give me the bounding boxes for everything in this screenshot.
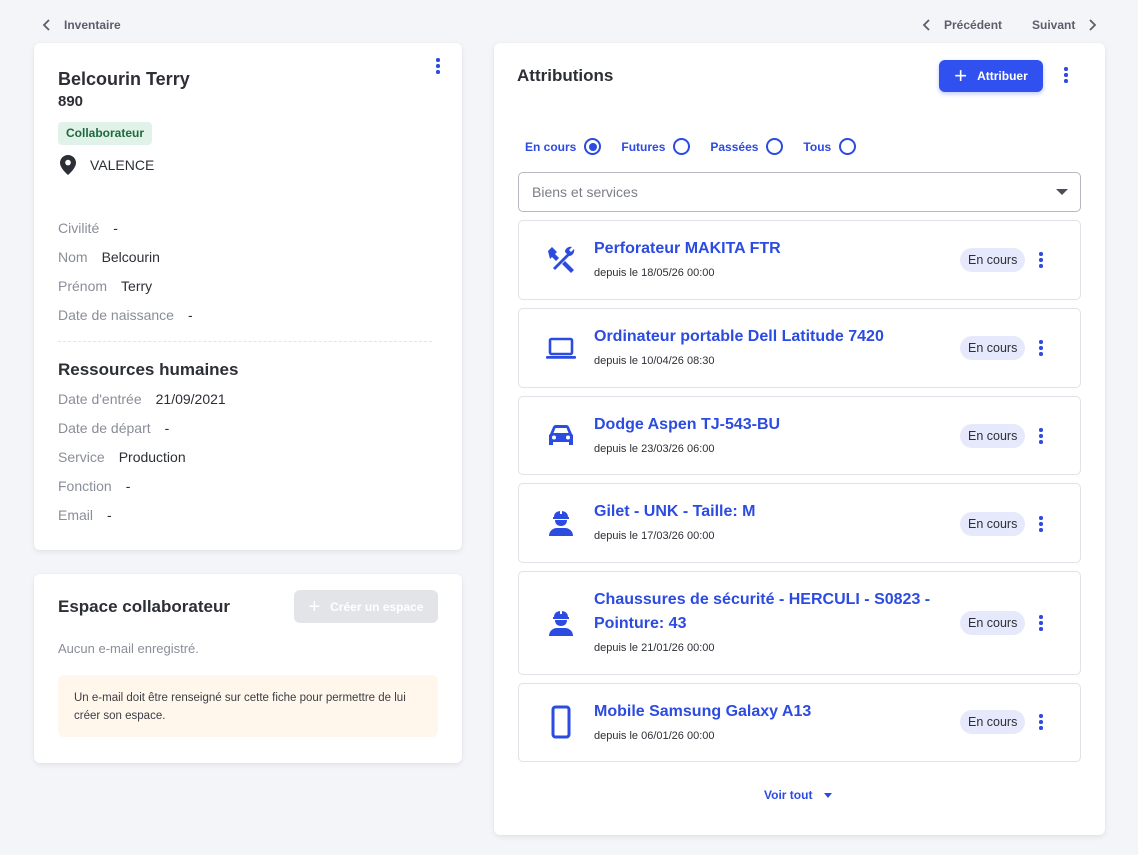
plus-icon: + bbox=[954, 63, 968, 88]
attribution-item[interactable]: Chaussures de sécurité - HERCULI - S0823… bbox=[518, 571, 1081, 675]
field-date-entree: Date d'entrée 21/09/2021 bbox=[58, 391, 226, 407]
see-all-button[interactable]: Voir tout bbox=[764, 788, 833, 802]
item-title: Ordinateur portable Dell Latitude 7420 bbox=[594, 328, 884, 345]
item-date: depuis le 10/04/26 08:30 bbox=[594, 355, 715, 367]
status-badge: En cours bbox=[960, 248, 1026, 272]
profile-card: Belcourin Terry 890 Collaborateur VALENC… bbox=[34, 43, 462, 550]
filter-futures[interactable]: Futures bbox=[621, 138, 691, 155]
item-menu-button[interactable] bbox=[1036, 613, 1046, 633]
worker-icon bbox=[544, 506, 578, 540]
field-date-naissance: Date de naissance - bbox=[58, 307, 193, 323]
laptop-icon bbox=[544, 331, 578, 365]
attributions-menu-button[interactable] bbox=[1061, 65, 1071, 85]
chevron-left-icon bbox=[922, 19, 930, 31]
item-menu-button[interactable] bbox=[1036, 514, 1046, 534]
attributions-title: Attributions bbox=[517, 66, 614, 85]
assign-button[interactable]: + Attribuer bbox=[939, 60, 1043, 92]
item-menu-button[interactable] bbox=[1036, 712, 1046, 732]
chevron-left-icon bbox=[42, 19, 50, 31]
no-email-text: Aucun e-mail enregistré. bbox=[58, 641, 199, 656]
filter-passees[interactable]: Passées bbox=[710, 138, 784, 155]
field-prenom: Prénom Terry bbox=[58, 278, 153, 294]
see-all-label: Voir tout bbox=[764, 788, 813, 802]
filter-en-cours[interactable]: En cours bbox=[525, 138, 602, 155]
hr-section-title: Ressources humaines bbox=[58, 360, 239, 379]
item-menu-button[interactable] bbox=[1036, 250, 1046, 270]
item-title: Mobile Samsung Galaxy A13 bbox=[594, 703, 812, 720]
item-title: Chaussures de sécurité - HERCULI - S0823… bbox=[594, 591, 931, 632]
status-badge: En cours bbox=[960, 710, 1026, 734]
profile-menu-button[interactable] bbox=[433, 56, 443, 76]
attribution-item[interactable]: Perforateur MAKITA FTR depuis le 18/05/2… bbox=[518, 220, 1081, 300]
employee-number: 890 bbox=[58, 93, 84, 110]
previous-label: Précédent bbox=[944, 18, 1003, 32]
item-date: depuis le 23/03/26 06:00 bbox=[594, 443, 715, 455]
item-date: depuis le 18/05/26 00:00 bbox=[594, 267, 715, 279]
field-service: Service Production bbox=[58, 449, 186, 465]
plus-icon: + bbox=[308, 595, 321, 618]
item-title: Dodge Aspen TJ-543-BU bbox=[594, 416, 781, 433]
chevron-down-icon bbox=[824, 792, 833, 798]
divider bbox=[58, 341, 432, 342]
status-badge: En cours bbox=[960, 336, 1026, 360]
item-menu-button[interactable] bbox=[1036, 426, 1046, 446]
field-email: Email - bbox=[58, 507, 112, 523]
filter-tous[interactable]: Tous bbox=[803, 138, 857, 155]
next-label: Suivant bbox=[1032, 18, 1076, 32]
radio-icon[interactable] bbox=[766, 138, 784, 155]
assign-label: Attribuer bbox=[977, 69, 1028, 83]
attribution-item[interactable]: Dodge Aspen TJ-543-BU depuis le 23/03/26… bbox=[518, 396, 1081, 475]
item-date: depuis le 17/03/26 00:00 bbox=[594, 530, 715, 542]
goods-services-select[interactable]: Biens et services bbox=[518, 172, 1081, 212]
radio-icon[interactable] bbox=[673, 138, 691, 155]
attribution-item[interactable]: Ordinateur portable Dell Latitude 7420 d… bbox=[518, 308, 1081, 388]
status-filters: En cours Futures Passées Tous bbox=[525, 138, 857, 155]
location-pin-icon bbox=[60, 155, 76, 175]
next-link[interactable]: Suivant bbox=[1032, 18, 1099, 32]
select-placeholder: Biens et services bbox=[532, 184, 638, 200]
employee-space-card: Espace collaborateur + Créer un espace A… bbox=[34, 574, 462, 763]
previous-link[interactable]: Précédent bbox=[920, 18, 1002, 32]
worker-icon bbox=[544, 606, 578, 640]
back-link[interactable]: Inventaire bbox=[40, 18, 121, 32]
warning-message: Un e-mail doit être renseigné sur cette … bbox=[58, 675, 438, 737]
employee-space-title: Espace collaborateur bbox=[58, 597, 230, 616]
attribution-item[interactable]: Gilet - UNK - Taille: M depuis le 17/03/… bbox=[518, 483, 1081, 563]
field-civilite: Civilité - bbox=[58, 220, 118, 236]
radio-selected-icon[interactable] bbox=[584, 138, 602, 155]
radio-icon[interactable] bbox=[839, 138, 857, 155]
employee-name: Belcourin Terry bbox=[58, 69, 190, 89]
attributions-card: Attributions + Attribuer En cours Future… bbox=[494, 43, 1105, 835]
item-title: Gilet - UNK - Taille: M bbox=[594, 503, 756, 520]
status-badge: En cours bbox=[960, 424, 1026, 448]
dropdown-arrow-icon bbox=[1056, 189, 1068, 195]
item-menu-button[interactable] bbox=[1036, 338, 1046, 358]
field-fonction: Fonction - bbox=[58, 478, 131, 494]
car-icon bbox=[544, 419, 578, 453]
location-label: VALENCE bbox=[90, 157, 155, 173]
role-badge: Collaborateur bbox=[58, 122, 153, 145]
create-space-button[interactable]: + Créer un espace bbox=[294, 590, 438, 623]
status-badge: En cours bbox=[960, 512, 1026, 536]
back-label: Inventaire bbox=[64, 18, 121, 32]
chevron-right-icon bbox=[1089, 19, 1097, 31]
create-space-label: Créer un espace bbox=[330, 599, 424, 614]
item-date: depuis le 06/01/26 00:00 bbox=[594, 730, 715, 742]
tools-icon bbox=[544, 243, 578, 277]
item-title: Perforateur MAKITA FTR bbox=[594, 240, 781, 257]
attribution-item[interactable]: Mobile Samsung Galaxy A13 depuis le 06/0… bbox=[518, 683, 1081, 762]
status-badge: En cours bbox=[960, 611, 1026, 635]
smartphone-icon bbox=[544, 705, 578, 739]
location: VALENCE bbox=[60, 155, 154, 175]
field-nom: Nom Belcourin bbox=[58, 249, 160, 265]
item-date: depuis le 21/01/26 00:00 bbox=[594, 642, 715, 654]
field-date-depart: Date de départ - bbox=[58, 420, 170, 436]
